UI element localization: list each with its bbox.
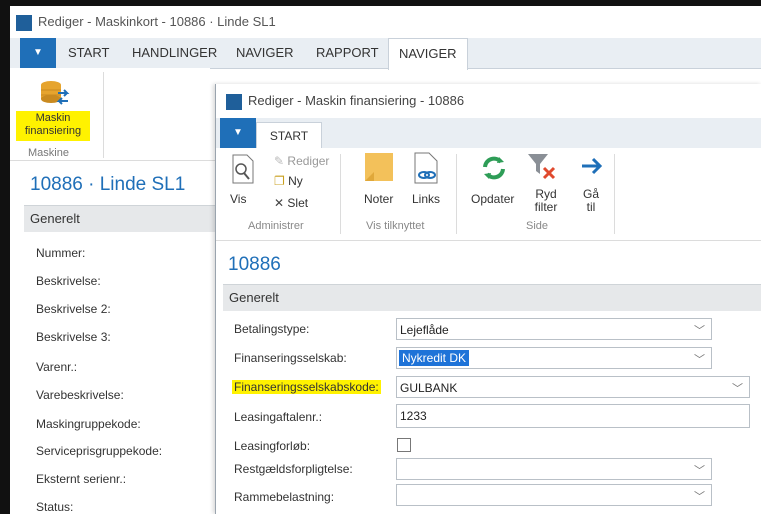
maskin-finansiering-label: Maskin finansiering (24, 112, 82, 137)
rediger-label: Rediger (287, 154, 330, 168)
pencil-icon: ✎ (274, 154, 285, 168)
ribbon-bottom-divider (10, 160, 220, 161)
finanseringsselskab-value: Nykredit DK (399, 350, 470, 366)
refresh-icon (483, 156, 505, 180)
slet-label: Slet (287, 196, 309, 210)
field-label: Serviceprisgruppekode: (36, 444, 163, 458)
window-left-border (0, 0, 10, 514)
leasingforloeb-label: Leasingforløb: (234, 439, 311, 453)
vis-button[interactable]: Vis (230, 192, 246, 206)
inner-title-bar: Rediger - Maskin finansiering - 10886 (216, 84, 761, 118)
outer-title-bar: Rediger - Maskinkort - 10886 · Linde SL1 (10, 6, 761, 38)
betalingstype-value: Lejeflåde (400, 323, 449, 337)
tab-start[interactable]: START (68, 38, 109, 68)
ryd-filter-button[interactable]: Ryd filter (530, 188, 562, 214)
finansiering-window: Rediger - Maskin finansiering - 10886 ▼ … (215, 84, 761, 514)
field-label: Status: (36, 500, 74, 514)
chevron-down-icon: ﹀ (694, 354, 705, 366)
tab-naviger-active[interactable]: NAVIGER (388, 38, 468, 70)
ribbon-divider (103, 72, 104, 158)
ribbon-divider (340, 154, 341, 234)
leasingaftalenr-label: Leasingaftalenr.: (234, 410, 323, 424)
betalingstype-label: Betalingstype: (234, 322, 310, 336)
ny-button[interactable]: ❐ Ny (274, 174, 303, 188)
field-label: Beskrivelse 2: (36, 302, 111, 316)
field-label: Maskingruppekode: (36, 417, 141, 431)
rammebelastning-label: Rammebelastning: (234, 490, 335, 504)
inner-card-title: 10886 (228, 254, 281, 275)
finanseringsselskabskode-value: GULBANK (400, 381, 458, 395)
finance-coins-icon (41, 81, 70, 105)
chevron-down-icon: ﹀ (694, 325, 705, 337)
group-label-maskine: Maskine (28, 147, 69, 159)
slet-button[interactable]: ✕ Slet (274, 196, 308, 210)
go-to-arrow-icon (582, 157, 603, 175)
inner-ribbon: Vis ✎ Rediger ❐ Ny ✕ Slet Administrer No… (216, 148, 761, 241)
inner-window-title: Rediger - Maskin finansiering - 10886 (248, 93, 465, 108)
rediger-button[interactable]: ✎ Rediger (274, 154, 329, 168)
outer-card-title: 10886 · Linde SL1 (30, 174, 186, 195)
leasingforloeb-checkbox[interactable] (397, 438, 411, 452)
tab-naviger[interactable]: NAVIGER (236, 38, 294, 68)
clear-filter-icon (528, 154, 556, 180)
noter-button[interactable]: Noter (364, 192, 393, 206)
leasingaftalenr-input[interactable]: 1233 (396, 404, 750, 428)
tab-start[interactable]: START (256, 122, 322, 149)
opdater-button[interactable]: Opdater (471, 192, 514, 206)
chevron-down-icon: ﹀ (732, 383, 743, 395)
outer-section-header[interactable]: Generelt (24, 205, 224, 232)
gaa-til-button[interactable]: Gå til (580, 188, 602, 214)
chevron-down-icon: ﹀ (694, 465, 705, 477)
group-label-side: Side (526, 220, 549, 232)
section-label: Generelt (30, 211, 80, 226)
restgaeldsforpligtelse-label: Restgældsforpligtelse: (234, 462, 353, 476)
tab-handlinger[interactable]: HANDLINGER (132, 38, 217, 68)
field-label: Varenr.: (36, 360, 78, 374)
finanseringsselskabskode-select[interactable]: GULBANK ﹀ (396, 376, 750, 398)
app-icon (226, 94, 242, 110)
betalingstype-select[interactable]: Lejeflåde ﹀ (396, 318, 712, 340)
field-label: Beskrivelse 3: (36, 330, 111, 344)
new-document-icon: ❐ (274, 174, 285, 188)
view-icon (232, 154, 254, 184)
ribbon-divider (456, 154, 457, 234)
field-label: Varebeskrivelse: (36, 388, 124, 402)
ny-label: Ny (288, 174, 303, 188)
app-menu-button[interactable]: ▼ (20, 38, 56, 68)
group-label-administrer: Administrer (248, 220, 304, 232)
inner-ribbon-tabs: ▼ START (216, 118, 761, 149)
field-label: Eksternt serienr.: (36, 472, 127, 486)
chevron-down-icon: ﹀ (694, 491, 705, 503)
maskin-finansiering-button[interactable]: Maskin finansiering Maskine (10, 75, 100, 165)
rammebelastning-select[interactable]: ﹀ (396, 484, 712, 506)
field-label: Beskrivelse: (36, 274, 101, 288)
inner-section-header[interactable]: Generelt (223, 284, 761, 311)
outer-window-title: Rediger - Maskinkort - 10886 · Linde SL1 (38, 14, 276, 29)
section-label: Generelt (229, 290, 279, 305)
leasingaftalenr-value: 1233 (400, 409, 427, 423)
finanseringsselskab-select[interactable]: Nykredit DK ﹀ (396, 347, 712, 369)
finanseringsselskabskode-label: Finanseringsselskabskode: (232, 380, 381, 394)
delete-x-icon: ✕ (274, 196, 285, 210)
links-icon (414, 152, 438, 184)
app-icon (16, 15, 32, 31)
restgaeldsforpligtelse-select[interactable]: ﹀ (396, 458, 712, 480)
field-label: Nummer: (36, 246, 86, 260)
finanseringsselskab-label: Finanseringsselskab: (234, 351, 347, 365)
outer-ribbon-tabs: ▼ START HANDLINGER NAVIGER RAPPORT NAVIG… (10, 38, 761, 70)
ribbon-divider (614, 154, 615, 234)
group-label-vis-tilknyttet: Vis tilknyttet (366, 220, 425, 232)
app-menu-button[interactable]: ▼ (220, 118, 256, 148)
links-button[interactable]: Links (412, 192, 440, 206)
notes-icon (365, 153, 393, 181)
tab-rapport[interactable]: RAPPORT (316, 38, 379, 68)
